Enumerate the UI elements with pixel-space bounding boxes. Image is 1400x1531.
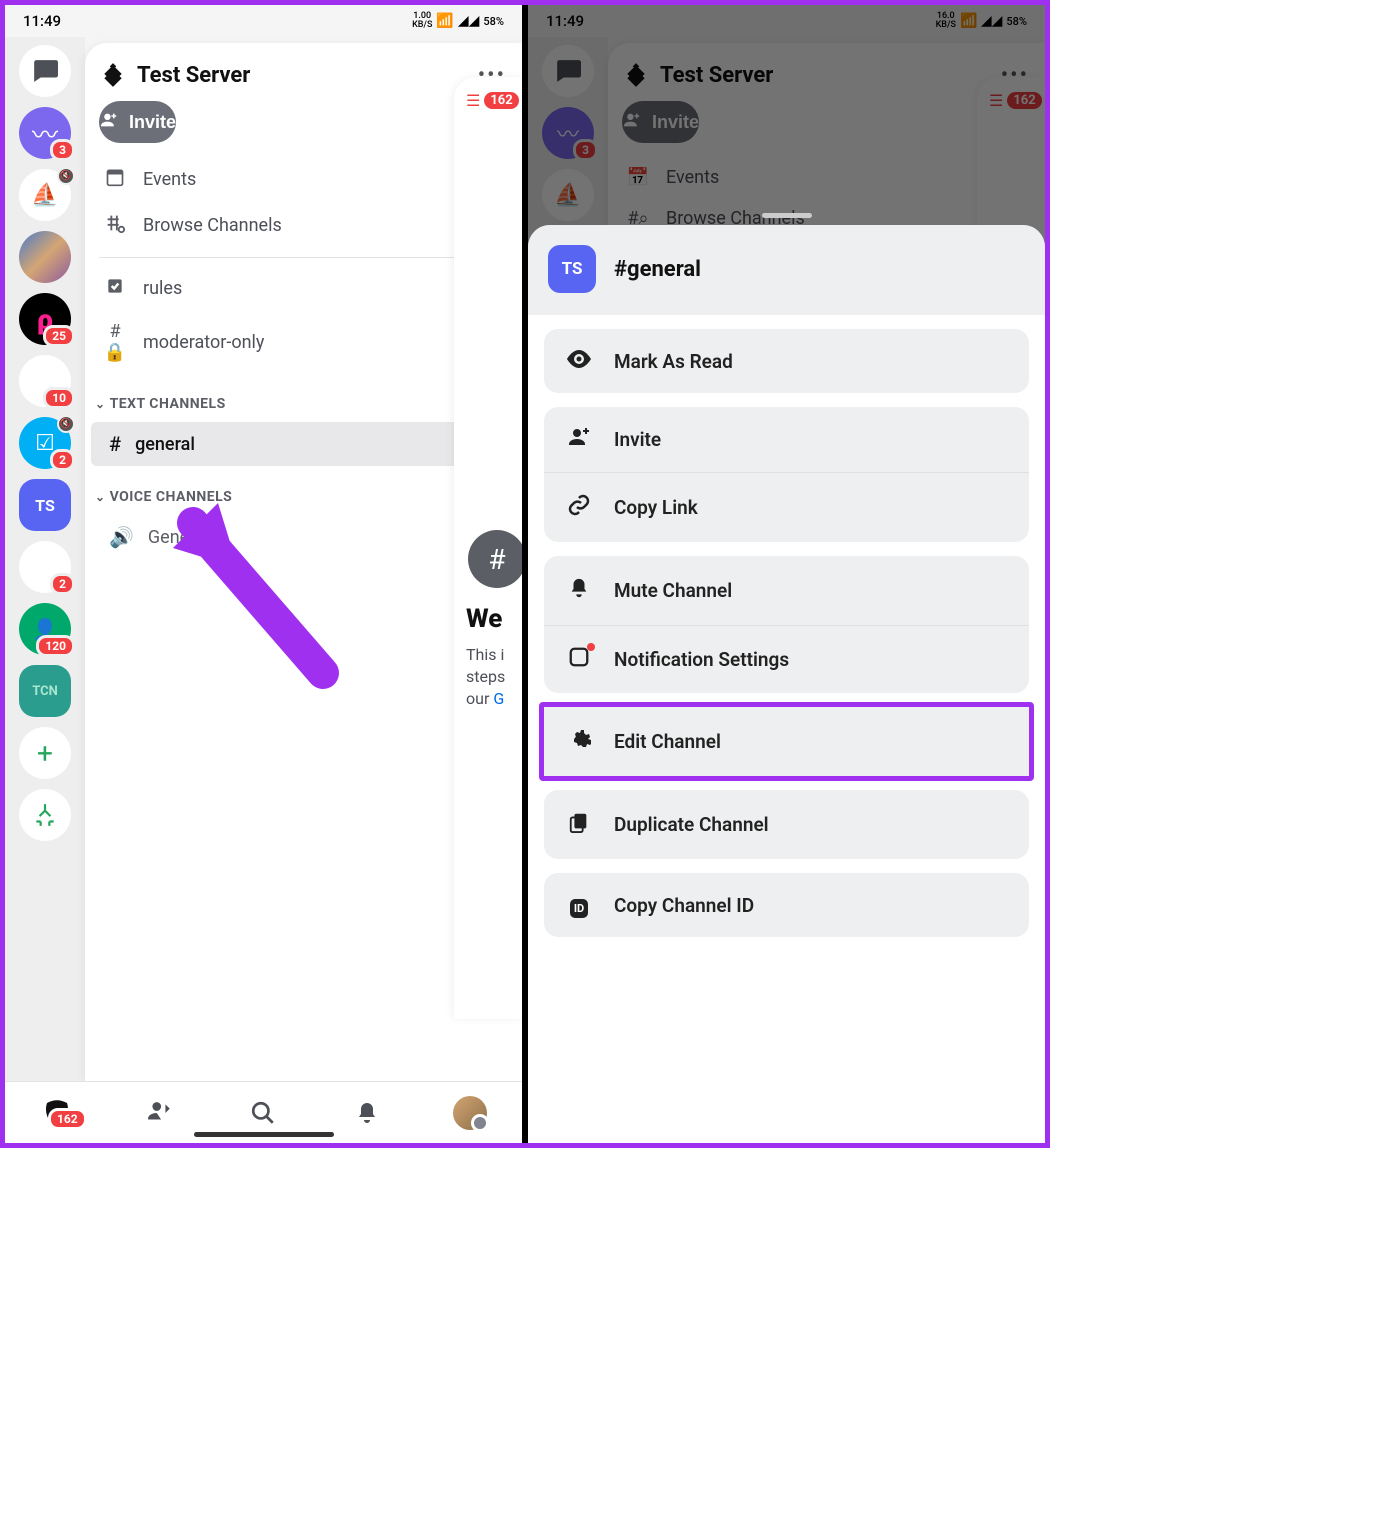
id-icon: ID <box>566 893 592 917</box>
status-time: 11:49 <box>23 12 61 30</box>
volume-icon: 🔊 <box>109 525 134 549</box>
server-avatar[interactable]: ⛵🔇 <box>19 169 71 221</box>
nav-profile[interactable] <box>450 1096 490 1130</box>
server-boost-icon <box>99 61 127 89</box>
gear-icon <box>566 727 592 756</box>
channel-general[interactable]: # general <box>91 422 516 466</box>
muted-icon: 🔇 <box>57 415 75 433</box>
server-avatar[interactable]: ρ25 <box>19 293 71 345</box>
server-avatar-current[interactable]: TS <box>19 479 71 531</box>
copy-channel-id-button[interactable]: ID Copy Channel ID <box>544 873 1029 937</box>
server-avatar[interactable]: TCN <box>19 665 71 717</box>
server-avatar[interactable]: 👤120 <box>19 603 71 655</box>
invite-button[interactable]: Invite <box>99 101 176 143</box>
server-avatar[interactable]: 〰3 <box>19 107 71 159</box>
user-plus-icon <box>566 427 592 452</box>
home-indicator <box>194 1132 334 1137</box>
nav-search[interactable] <box>243 1100 283 1126</box>
sheet-handle[interactable] <box>762 213 812 218</box>
sheet-header: TS #general <box>528 225 1045 315</box>
dm-button[interactable] <box>19 45 71 97</box>
server-avatar[interactable]: 2 <box>19 541 71 593</box>
status-battery: 58% <box>483 15 504 28</box>
mention-badge: 162 <box>484 92 518 109</box>
chevron-down-icon: ⌄ <box>95 490 106 504</box>
browse-icon <box>103 212 127 239</box>
wifi-icon: 📶 <box>436 13 453 29</box>
copy-link-button[interactable]: Copy Link <box>544 472 1029 542</box>
hash-lock-icon: #🔒 <box>103 321 127 363</box>
edit-channel-button[interactable]: Edit Channel <box>544 707 1029 776</box>
chat-peek[interactable]: ☰162 # We This istepsour G <box>454 77 524 1019</box>
notification-settings-button[interactable]: Notification Settings <box>544 625 1029 693</box>
nav-home[interactable]: 162 <box>37 1100 77 1126</box>
server-rail: 〰3 ⛵🔇 ρ25 10 ☑🔇2 TS 2 👤120 TCN + <box>5 37 85 1081</box>
link-icon <box>566 493 592 522</box>
notification-icon <box>566 646 592 673</box>
server-title[interactable]: Test Server <box>137 63 250 88</box>
eye-icon <box>566 349 592 373</box>
rules-icon <box>103 276 127 301</box>
hash-icon: # <box>109 432 121 456</box>
server-avatar[interactable] <box>19 231 71 283</box>
nav-notifications[interactable] <box>347 1100 387 1126</box>
muted-icon: 🔇 <box>57 167 75 185</box>
add-server-button[interactable]: + <box>19 727 71 779</box>
edit-channel-highlight: Edit Channel <box>539 702 1034 781</box>
invite-action-button[interactable]: Invite <box>544 407 1029 472</box>
discover-button[interactable] <box>19 789 71 841</box>
mark-as-read-button[interactable]: Mark As Read <box>544 329 1029 393</box>
chevron-down-icon: ⌄ <box>95 397 106 411</box>
server-avatar[interactable]: ☑🔇2 <box>19 417 71 469</box>
nav-friends[interactable] <box>140 1100 180 1126</box>
server-avatar-small: TS <box>548 245 596 293</box>
sheet-title: #general <box>614 257 701 282</box>
hash-icon: # <box>468 530 524 588</box>
signal-icon: ◢◢ <box>458 13 480 29</box>
status-bar: 11:49 1.00KB/S 📶 ◢◢ 58% <box>5 5 522 37</box>
duplicate-channel-button[interactable]: Duplicate Channel <box>544 790 1029 859</box>
server-avatar[interactable]: 10 <box>19 355 71 407</box>
channel-actions-sheet: TS #general Mark As Read Invite <box>528 225 1045 1143</box>
voice-channel[interactable]: 🔊 General <box>91 515 516 559</box>
user-plus-icon <box>99 112 119 133</box>
calendar-icon <box>103 167 127 192</box>
copy-icon <box>566 810 592 839</box>
mute-channel-button[interactable]: Mute Channel <box>544 556 1029 625</box>
bell-icon <box>566 576 592 605</box>
